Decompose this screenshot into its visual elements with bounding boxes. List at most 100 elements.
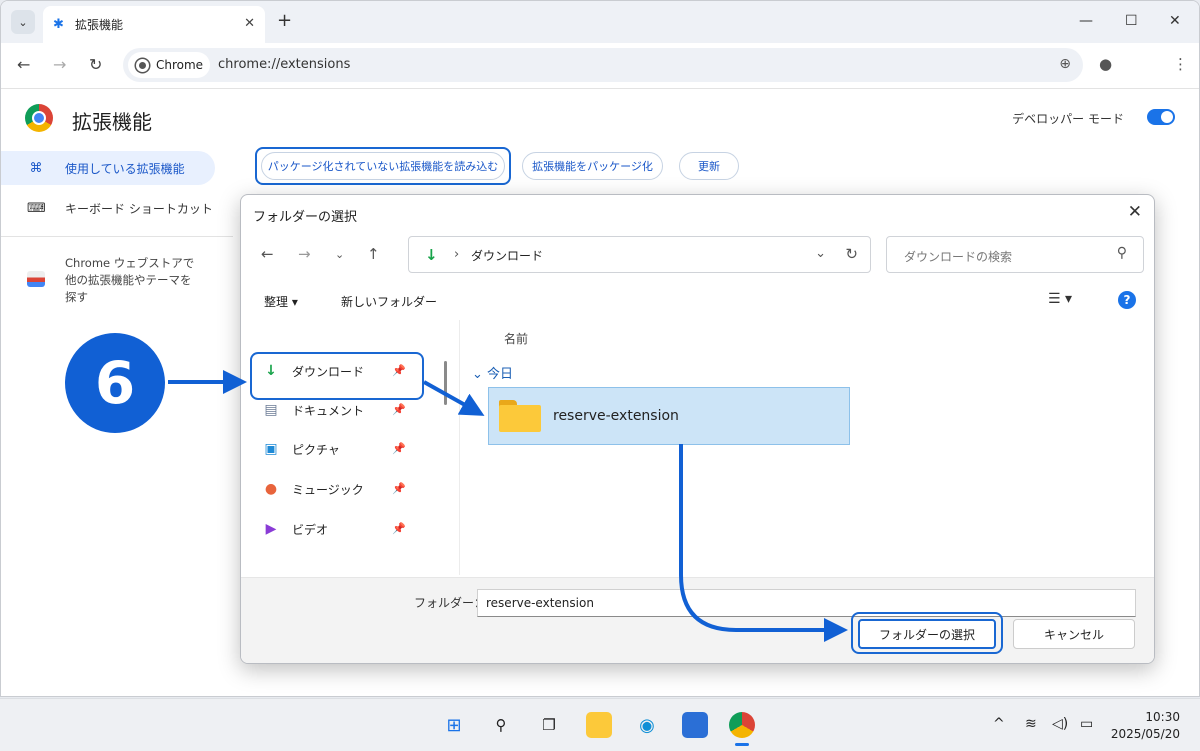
webstore-link[interactable]: Chrome ウェブストアで他の拡張機能やテーマを探す bbox=[27, 255, 207, 306]
group-header-today[interactable]: ⌄ 今日 bbox=[472, 363, 513, 382]
view-options-icon[interactable]: ☰ ▾ bbox=[1048, 291, 1072, 307]
highlight-load-unpacked bbox=[255, 147, 511, 185]
back-button[interactable]: ← bbox=[17, 55, 30, 74]
organize-label: 整理 bbox=[264, 295, 289, 309]
file-name: reserve-extension bbox=[553, 408, 679, 424]
dialog-search-box[interactable]: ダウンロードの検索 ⚲ bbox=[886, 236, 1144, 273]
group-label: 今日 bbox=[487, 367, 514, 382]
search-placeholder: ダウンロードの検索 bbox=[904, 250, 1013, 264]
address-bar[interactable]: Chrome chrome://extensions ⊕ bbox=[123, 48, 1083, 82]
keyboard-icon: ⌨ bbox=[27, 200, 46, 216]
chrome-taskbar-icon[interactable] bbox=[729, 712, 755, 738]
chevron-down-icon[interactable]: ⌄ bbox=[815, 246, 826, 261]
puzzle-icon: ⌘ bbox=[29, 160, 43, 176]
nav-item-label: ピクチャ bbox=[292, 442, 340, 457]
wifi-icon[interactable]: ≋ bbox=[1025, 716, 1037, 732]
breadcrumb-separator-icon: › bbox=[454, 247, 460, 262]
file-list: 名前 ⌄ 今日 reserve-extension bbox=[459, 320, 1144, 575]
dialog-forward-button[interactable]: → bbox=[298, 245, 311, 263]
nav-item-music[interactable]: ● ミュージック 📌 bbox=[262, 474, 422, 504]
sidebar-item-shortcuts[interactable]: ⌨ キーボード ショートカット bbox=[1, 191, 215, 225]
edge-icon[interactable]: ◉ bbox=[634, 712, 660, 738]
windows-start-icon[interactable]: ⊞ bbox=[441, 712, 467, 738]
active-app-indicator bbox=[735, 743, 749, 746]
profile-icon[interactable]: ● bbox=[1099, 55, 1112, 73]
nav-item-videos[interactable]: ▶ ビデオ 📌 bbox=[262, 514, 422, 544]
document-icon: ▤ bbox=[264, 402, 278, 418]
column-header-name[interactable]: 名前 bbox=[504, 330, 528, 347]
close-window-button[interactable]: ✕ bbox=[1169, 13, 1181, 29]
dialog-close-button[interactable]: ✕ bbox=[1128, 202, 1142, 222]
dialog-address-bar[interactable]: ↓ › ダウンロード ⌄ ↻ bbox=[408, 236, 871, 273]
webstore-icon bbox=[27, 271, 45, 287]
url-text[interactable]: chrome://extensions bbox=[218, 57, 350, 72]
nav-pane-scrollbar[interactable] bbox=[444, 361, 447, 405]
system-clock[interactable]: 10:30 2025/05/20 bbox=[1111, 709, 1180, 743]
tab-strip: ⌄ ✱ 拡張機能 ✕ + — ☐ ✕ bbox=[1, 1, 1199, 43]
maximize-button[interactable]: ☐ bbox=[1125, 13, 1138, 29]
pin-icon: 📌 bbox=[392, 482, 406, 495]
search-icon: ⚲ bbox=[1116, 245, 1127, 261]
up-folder-button[interactable]: ↑ bbox=[367, 245, 380, 263]
update-button[interactable]: 更新 bbox=[679, 152, 739, 180]
search-icon[interactable]: ⚲ bbox=[488, 712, 514, 738]
minimize-button[interactable]: — bbox=[1079, 13, 1093, 29]
dialog-title: フォルダーの選択 bbox=[253, 210, 358, 225]
nav-item-label: ドキュメント bbox=[292, 403, 365, 418]
dialog-footer: フォルダー： reserve-extension フォルダーの選択 キャンセル bbox=[241, 577, 1154, 663]
task-view-icon[interactable]: ❐ bbox=[536, 712, 562, 738]
developer-mode-toggle[interactable] bbox=[1147, 109, 1175, 125]
forward-button[interactable]: → bbox=[53, 55, 66, 74]
tab-extensions[interactable]: ✱ 拡張機能 ✕ bbox=[43, 6, 265, 43]
pin-icon: 📌 bbox=[392, 403, 406, 416]
close-tab-icon[interactable]: ✕ bbox=[244, 16, 255, 31]
pin-icon: 📌 bbox=[392, 522, 406, 535]
store-icon[interactable] bbox=[682, 712, 708, 738]
tab-title: 拡張機能 bbox=[75, 18, 124, 32]
pack-extension-button[interactable]: 拡張機能をパッケージ化 bbox=[522, 152, 663, 180]
dialog-back-button[interactable]: ← bbox=[261, 245, 274, 263]
webstore-text: Chrome ウェブストアで他の拡張機能やテーマを探す bbox=[65, 256, 195, 304]
developer-mode-label: デベロッパー モード bbox=[1012, 112, 1124, 126]
step-number-badge: 6 bbox=[65, 333, 165, 433]
clock-time: 10:30 bbox=[1145, 710, 1180, 724]
help-icon[interactable]: ? bbox=[1118, 291, 1136, 309]
sidebar-item-label: 使用している拡張機能 bbox=[65, 161, 185, 176]
page-title: 拡張機能 bbox=[72, 110, 152, 134]
recent-locations-chevron-icon[interactable]: ⌄ bbox=[335, 248, 344, 261]
reload-button[interactable]: ↻ bbox=[89, 55, 102, 74]
pin-icon: 📌 bbox=[392, 442, 406, 455]
battery-icon[interactable]: ▭ bbox=[1080, 716, 1093, 732]
refresh-icon[interactable]: ↻ bbox=[845, 245, 858, 263]
folder-icon bbox=[499, 400, 541, 432]
folder-name-input[interactable]: reserve-extension bbox=[477, 589, 1136, 617]
organize-menu[interactable]: 整理 ▾ bbox=[264, 293, 298, 310]
chrome-icon bbox=[136, 58, 149, 72]
volume-icon[interactable]: ◁) bbox=[1052, 716, 1068, 732]
chip-label: Chrome bbox=[156, 58, 204, 72]
cancel-button[interactable]: キャンセル bbox=[1013, 619, 1135, 649]
site-chip[interactable]: Chrome bbox=[128, 52, 210, 78]
clock-date: 2025/05/20 bbox=[1110, 727, 1180, 741]
folder-select-dialog: フォルダーの選択 ✕ ← → ⌄ ↑ ↓ › ダウンロード ⌄ ↻ ダウンロード… bbox=[240, 194, 1155, 664]
menu-icon[interactable]: ⋮ bbox=[1173, 55, 1188, 73]
highlight-nav-downloads bbox=[250, 352, 424, 400]
video-icon: ▶ bbox=[265, 521, 277, 537]
tray-chevron-icon[interactable]: ^ bbox=[993, 716, 1005, 732]
pictures-icon: ▣ bbox=[264, 441, 278, 457]
folder-field-label: フォルダー： bbox=[414, 596, 487, 610]
music-icon: ● bbox=[264, 481, 278, 497]
sidebar-item-extensions[interactable]: ⌘ 使用している拡張機能 bbox=[1, 151, 215, 185]
nav-item-pictures[interactable]: ▣ ピクチャ 📌 bbox=[262, 434, 422, 464]
chrome-logo-icon bbox=[25, 104, 53, 132]
puzzle-icon: ✱ bbox=[53, 16, 64, 32]
browser-toolbar: ← → ↻ Chrome chrome://extensions ⊕ ● ⋮ bbox=[1, 43, 1199, 89]
tab-search-button[interactable]: ⌄ bbox=[11, 10, 35, 34]
new-folder-button[interactable]: 新しいフォルダー bbox=[341, 293, 437, 310]
new-tab-button[interactable]: + bbox=[277, 11, 292, 31]
breadcrumb-path[interactable]: ダウンロード bbox=[471, 247, 543, 264]
nav-item-label: ミュージック bbox=[292, 482, 364, 497]
zoom-icon[interactable]: ⊕ bbox=[1059, 56, 1071, 72]
file-explorer-icon[interactable] bbox=[586, 712, 612, 738]
file-row-selected[interactable]: reserve-extension bbox=[488, 387, 850, 445]
